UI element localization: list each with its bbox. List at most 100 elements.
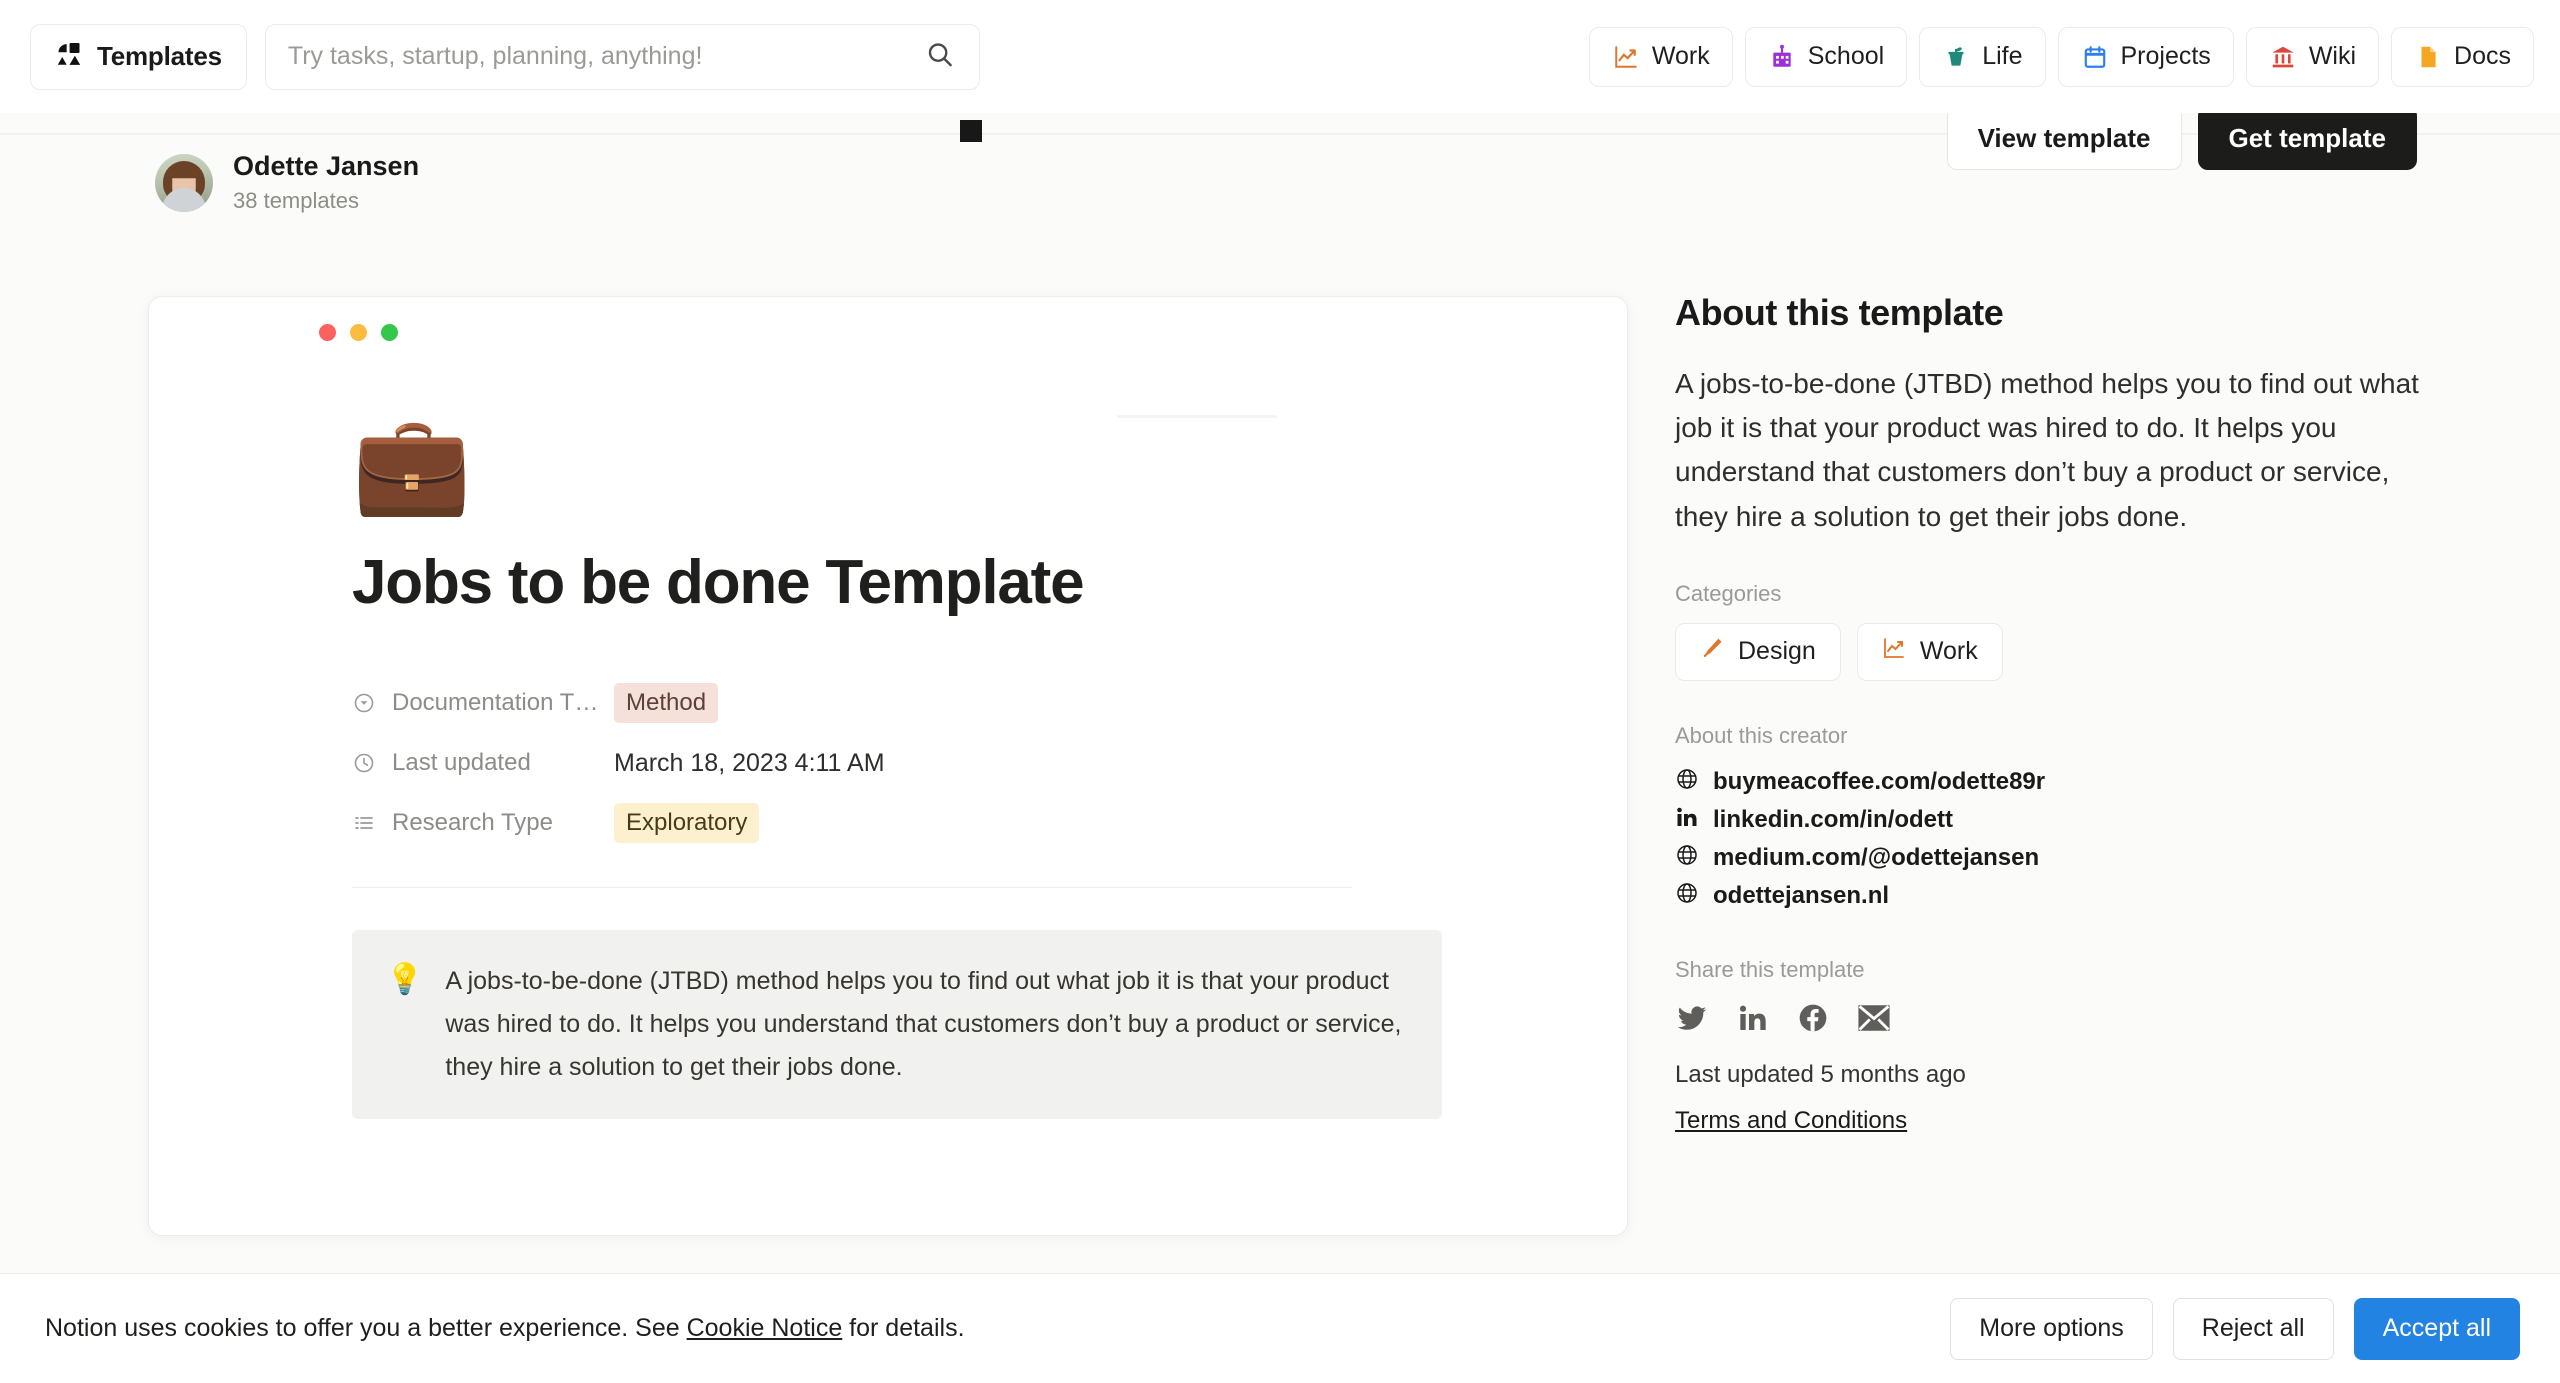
- page-title: Jobs to be done Template: [352, 548, 1085, 617]
- nav-label-work: Work: [1651, 42, 1710, 70]
- property-value: Exploratory: [614, 802, 760, 844]
- get-template-button[interactable]: Get template: [2197, 106, 2417, 170]
- creator-link-text: odettejansen.nl: [1713, 881, 1890, 909]
- globe-icon: [1675, 881, 1699, 910]
- window-minimize-dot: [350, 324, 367, 341]
- globe-icon: [1675, 843, 1699, 872]
- calendar-icon: [2081, 43, 2109, 71]
- creator-link-text: medium.com/@odettejansen: [1713, 843, 2040, 871]
- document-body: 💼 Jobs to be done Template Documentation…: [352, 411, 1507, 1120]
- property-name: Last updated: [392, 749, 531, 777]
- share-buttons: [1675, 1001, 2475, 1035]
- twitter-icon[interactable]: [1675, 1001, 1709, 1035]
- linkedin-icon: [1675, 805, 1699, 834]
- creator-link-text: buymeacoffee.com/odette89r: [1713, 767, 2046, 795]
- nav-item-projects[interactable]: Projects: [2057, 26, 2234, 87]
- property-row[interactable]: Last updated March 18, 2023 4:11 AM: [352, 733, 1507, 793]
- shapes-icon: [55, 40, 83, 73]
- email-icon[interactable]: [1857, 1003, 1891, 1033]
- bank-icon: [2269, 43, 2297, 71]
- terms-and-conditions-link[interactable]: Terms and Conditions: [1675, 1107, 1907, 1135]
- nav-item-work[interactable]: Work: [1588, 26, 1733, 87]
- property-name: Documentation T…: [392, 689, 599, 717]
- top-navigation-bar: Templates Work: [0, 0, 2560, 113]
- briefcase-icon: 💼: [352, 411, 472, 518]
- templates-gallery-page: Templates Work: [0, 0, 2560, 1383]
- search-box[interactable]: [264, 23, 980, 90]
- property-row[interactable]: Research Type Exploratory: [352, 793, 1507, 853]
- templates-label: Templates: [97, 41, 222, 71]
- nav-item-school[interactable]: School: [1744, 26, 1908, 87]
- author-template-count: 38 templates: [233, 187, 359, 213]
- categories-list: Design Work: [1675, 622, 2475, 681]
- categories-label: Categories: [1675, 580, 1782, 606]
- callout-block: 💡 A jobs-to-be-done (JTBD) method helps …: [352, 930, 1442, 1120]
- linkedin-icon[interactable]: [1737, 1002, 1769, 1034]
- facebook-icon[interactable]: [1797, 1002, 1829, 1034]
- document-icon: [2414, 43, 2442, 71]
- status-badge: Exploratory: [614, 802, 760, 844]
- nav-label-projects: Projects: [2120, 42, 2211, 70]
- window-close-dot: [319, 324, 336, 341]
- category-chip-design[interactable]: Design: [1675, 622, 1841, 681]
- property-row[interactable]: Documentation T… Method: [352, 673, 1507, 733]
- cookie-text-before: Notion uses cookies to offer you a bette…: [45, 1314, 687, 1342]
- category-nav: Work School Life Projects Wiki Docs: [1588, 26, 2534, 87]
- document-properties: Documentation T… Method Last updated Mar: [352, 673, 1507, 853]
- nav-label-wiki: Wiki: [2308, 42, 2357, 70]
- template-description: A jobs-to-be-done (JTBD) method helps yo…: [1675, 368, 2419, 532]
- cookie-text: Notion uses cookies to offer you a bette…: [45, 1314, 965, 1343]
- accept-all-button[interactable]: Accept all: [2353, 1297, 2520, 1360]
- category-chip-work[interactable]: Work: [1856, 622, 2003, 681]
- divider: [352, 887, 1352, 889]
- creator-link[interactable]: medium.com/@odettejansen: [1675, 839, 2475, 877]
- more-options-button[interactable]: More options: [1950, 1297, 2153, 1360]
- creator-link[interactable]: odettejansen.nl: [1675, 877, 2475, 915]
- lightbulb-icon: 💡: [386, 963, 424, 997]
- author-block[interactable]: Odette Jansen 38 templates: [155, 150, 419, 215]
- select-icon: [352, 691, 382, 715]
- template-preview-card[interactable]: 💼 Jobs to be done Template Documentation…: [148, 296, 1628, 1236]
- creator-label: About this creator: [1675, 722, 1848, 748]
- nav-label-school: School: [1807, 42, 1885, 70]
- cookie-banner: Notion uses cookies to offer you a bette…: [0, 1273, 2560, 1383]
- about-sidebar: About this template A jobs-to-be-done (J…: [1675, 292, 2475, 1135]
- property-value: Method: [614, 682, 719, 724]
- cookie-notice-link[interactable]: Cookie Notice: [687, 1314, 843, 1342]
- list-icon: [352, 811, 382, 835]
- creator-links: buymeacoffee.com/odette89r linkedin.com/…: [1675, 763, 2475, 915]
- creator-link-text: linkedin.com/in/odett: [1713, 805, 1954, 833]
- clock-icon: [352, 751, 382, 775]
- search-input[interactable]: [287, 42, 957, 71]
- creator-link[interactable]: buymeacoffee.com/odette89r: [1675, 763, 2475, 801]
- globe-icon: [1675, 767, 1699, 796]
- avatar: [155, 153, 213, 212]
- header-left-group: Templates: [0, 23, 980, 90]
- nav-item-wiki[interactable]: Wiki: [2245, 26, 2380, 87]
- nav-label-life: Life: [1982, 42, 2023, 70]
- window-maximize-dot: [381, 324, 398, 341]
- nav-label-docs: Docs: [2454, 42, 2511, 70]
- category-label: Work: [1919, 637, 1978, 666]
- reject-all-button[interactable]: Reject all: [2172, 1297, 2334, 1360]
- author-name: Odette Jansen: [233, 151, 420, 181]
- sidebar-heading: About this template: [1675, 292, 2004, 333]
- category-label: Design: [1738, 637, 1816, 666]
- clipped-block-marker: [960, 120, 982, 142]
- callout-text: A jobs-to-be-done (JTBD) method helps yo…: [445, 967, 1402, 1082]
- property-value: March 18, 2023 4:11 AM: [614, 748, 885, 777]
- status-badge: Method: [614, 682, 719, 724]
- window-controls: [319, 324, 398, 341]
- view-template-button[interactable]: View template: [1946, 106, 2182, 170]
- share-label: Share this template: [1675, 956, 1865, 982]
- paintbrush-icon: [1700, 636, 1724, 667]
- chart-up-icon: [1612, 43, 1640, 71]
- templates-home-button[interactable]: Templates: [30, 23, 247, 90]
- creator-link[interactable]: linkedin.com/in/odett: [1675, 801, 2475, 839]
- author-text: Odette Jansen 38 templates: [233, 150, 419, 215]
- drink-icon: [1942, 43, 1970, 71]
- cookie-buttons: More options Reject all Accept all: [1950, 1297, 2520, 1360]
- nav-item-docs[interactable]: Docs: [2391, 26, 2534, 87]
- nav-item-life[interactable]: Life: [1919, 26, 2046, 87]
- search-icon[interactable]: [925, 39, 955, 74]
